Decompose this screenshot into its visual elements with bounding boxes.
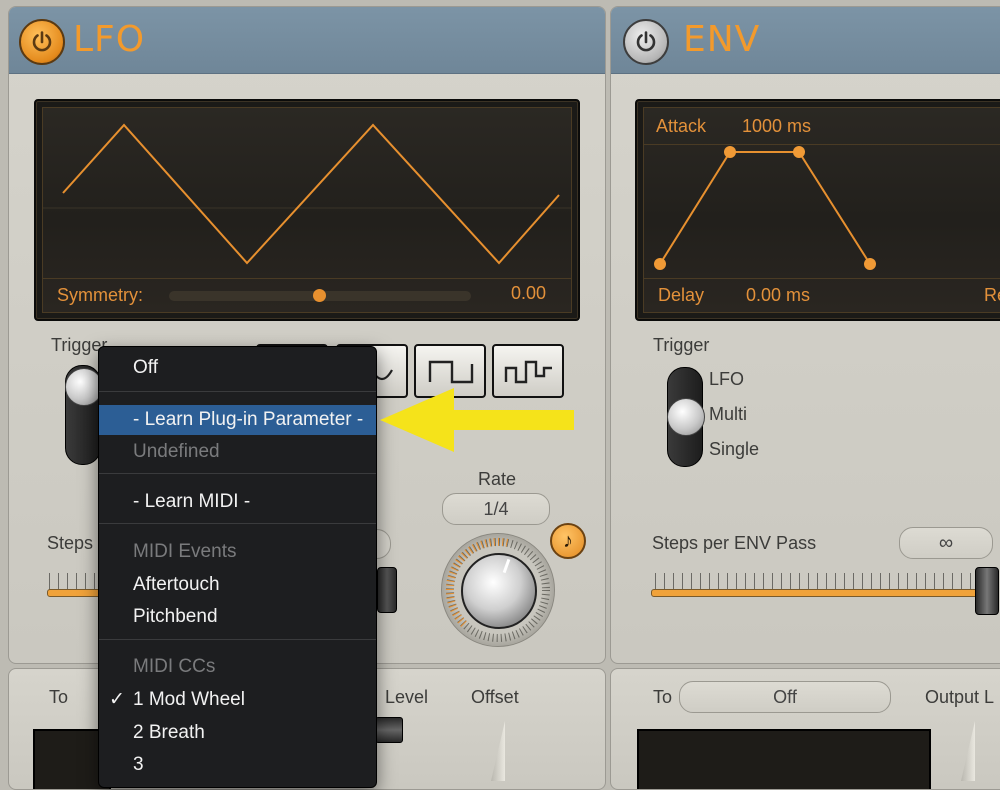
lfo-steps-label: Steps [47, 533, 94, 553]
symmetry-label: Symmetry: [57, 285, 144, 305]
delay-label: Delay [658, 285, 705, 305]
menu-item-aftertouch[interactable]: Aftertouch [99, 570, 376, 600]
menu-separator [99, 639, 376, 640]
menu-separator [99, 473, 376, 474]
power-icon [636, 31, 656, 52]
rate-knob-indicator [502, 558, 511, 574]
env-trigger-option-single[interactable]: Single [709, 439, 759, 460]
env-to-label: To [653, 687, 673, 707]
env-output-panel: To Off Output L [610, 668, 1000, 790]
release-label: Re [984, 285, 1000, 305]
delay-value: 0.00 ms [746, 285, 811, 305]
menu-header-midi-ccs: MIDI CCs [133, 656, 216, 677]
menu-separator [99, 523, 376, 524]
env-output-level-label: Output L [925, 687, 995, 707]
env-title: ENV [683, 19, 761, 60]
menu-item-mod-wheel-label: 1 Mod Wheel [133, 689, 245, 710]
menu-item-learn-plugin-parameter[interactable]: - Learn Plug-in Parameter - [99, 405, 376, 435]
lfo-offset-fader-track[interactable] [491, 721, 505, 781]
menu-item-learn-midi[interactable]: - Learn MIDI - [99, 487, 376, 517]
env-output-display [637, 729, 931, 789]
env-envelope-display: Attack 1000 ms Delay 0.00 ms Re [635, 99, 1000, 321]
env-steps-slider-handle[interactable] [975, 567, 999, 615]
env-steps-label: Steps per ENV Pass [652, 533, 817, 553]
lfo-trigger-switch[interactable] [65, 365, 103, 465]
env-panel: ENV Attack 1000 ms Delay 0.00 ms Re Trig… [610, 6, 1000, 664]
env-header [611, 7, 1000, 74]
yellow-arrow-annotation [380, 388, 574, 452]
env-trigger-switch[interactable] [667, 367, 705, 467]
menu-item-breath[interactable]: 2 Breath [99, 718, 376, 748]
lfo-offset-label: Offset [471, 687, 519, 707]
menu-item-pitchbend[interactable]: Pitchbend [99, 602, 376, 632]
rate-label: Rate [478, 469, 517, 489]
rate-knob[interactable] [461, 553, 537, 629]
menu-item-cc-3[interactable]: 3 [99, 750, 376, 780]
lfo-power-button[interactable] [19, 19, 65, 65]
env-trigger-switch-knob[interactable] [667, 398, 705, 436]
menu-item-undefined: Undefined [133, 441, 220, 462]
lfo-waveform [43, 123, 571, 265]
env-envelope-curve [654, 146, 876, 270]
env-output-fader-track[interactable] [961, 721, 975, 781]
menu-item-off[interactable]: Off [99, 353, 376, 383]
env-trigger-option-multi[interactable]: Multi [709, 404, 747, 425]
modulation-source-menu: Off - Learn Plug-in Parameter - Undefine… [98, 346, 377, 788]
lfo-waveform-display: Symmetry: 0.00 [34, 99, 580, 321]
lfo-level-label: Level [385, 687, 429, 707]
env-steps-slider[interactable] [651, 589, 983, 597]
rate-value-field[interactable]: 1/4 [442, 493, 550, 525]
lfo-title: LFO [73, 19, 146, 60]
lfo-to-label: To [49, 687, 69, 707]
menu-separator [99, 391, 376, 392]
menu-header-midi-events: MIDI Events [133, 541, 237, 562]
env-steps-value-field[interactable]: ∞ [899, 527, 993, 559]
note-icon: ♪ [563, 530, 573, 552]
checkmark-icon: ✓ [109, 689, 125, 710]
env-trigger-option-lfo[interactable]: LFO [709, 369, 744, 390]
env-power-button[interactable] [623, 19, 669, 65]
menu-item-mod-wheel[interactable]: ✓ 1 Mod Wheel [99, 685, 376, 715]
symmetry-value: 0.00 [511, 283, 547, 303]
env-to-destination-field[interactable]: Off [679, 681, 891, 713]
power-icon [32, 31, 52, 52]
env-trigger-label: Trigger [653, 335, 710, 355]
lfo-level-fader[interactable] [375, 717, 403, 743]
symmetry-slider-thumb[interactable] [313, 289, 326, 302]
rate-sync-button[interactable]: ♪ [550, 523, 586, 559]
lfo-steps-slider-handle[interactable] [377, 567, 397, 613]
